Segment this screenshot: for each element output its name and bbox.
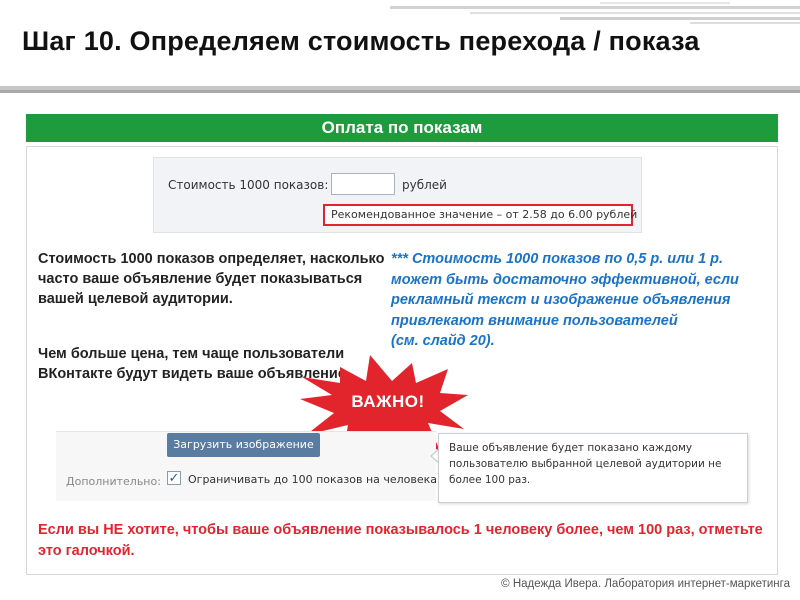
- limit-impressions-checkbox[interactable]: ✓: [167, 471, 181, 485]
- panel-header: Оплата по показам: [26, 114, 778, 142]
- limit-impressions-label[interactable]: Ограничивать до 100 показов на человека: [188, 473, 437, 486]
- price-note-text: *** Стоимость 1000 показов по 0,5 р. или…: [391, 251, 739, 329]
- cost-label: Стоимость 1000 показов:: [168, 178, 329, 192]
- limit-tooltip-text: Ваше объявление будет показано каждому п…: [449, 442, 722, 486]
- price-note: *** Стоимость 1000 показов по 0,5 р. или…: [391, 249, 776, 352]
- copyright-footer: © Надежда Ивера. Лаборатория интернет-ма…: [501, 578, 790, 590]
- important-badge-label: ВАЖНО!: [351, 392, 425, 411]
- recommended-value-text: Рекомендованное значение – от 2.58 до 6.…: [331, 208, 638, 221]
- additional-label: Дополнительно:: [66, 475, 161, 488]
- limit-tooltip: Ваше объявление будет показано каждому п…: [438, 433, 748, 503]
- cost-unit-label: рублей: [402, 178, 447, 192]
- top-stripes-decoration: [390, 2, 800, 24]
- description-paragraph-1: Стоимость 1000 показов определяет, наско…: [38, 251, 385, 307]
- panel-header-label: Оплата по показам: [321, 118, 483, 137]
- slide-title: Шаг 10. Определяем стоимость перехода / …: [22, 26, 700, 56]
- cost-input[interactable]: [331, 173, 395, 195]
- upload-image-button[interactable]: Загрузить изображение: [167, 433, 320, 457]
- warning-text: Если вы НЕ хотите, чтобы ваше объявление…: [38, 522, 763, 559]
- price-note-ref: (см. слайд 20).: [391, 333, 495, 349]
- checkmark-icon: ✓: [168, 470, 180, 485]
- title-divider-shadow: [0, 90, 800, 93]
- recommended-value-box: Рекомендованное значение – от 2.58 до 6.…: [323, 204, 637, 226]
